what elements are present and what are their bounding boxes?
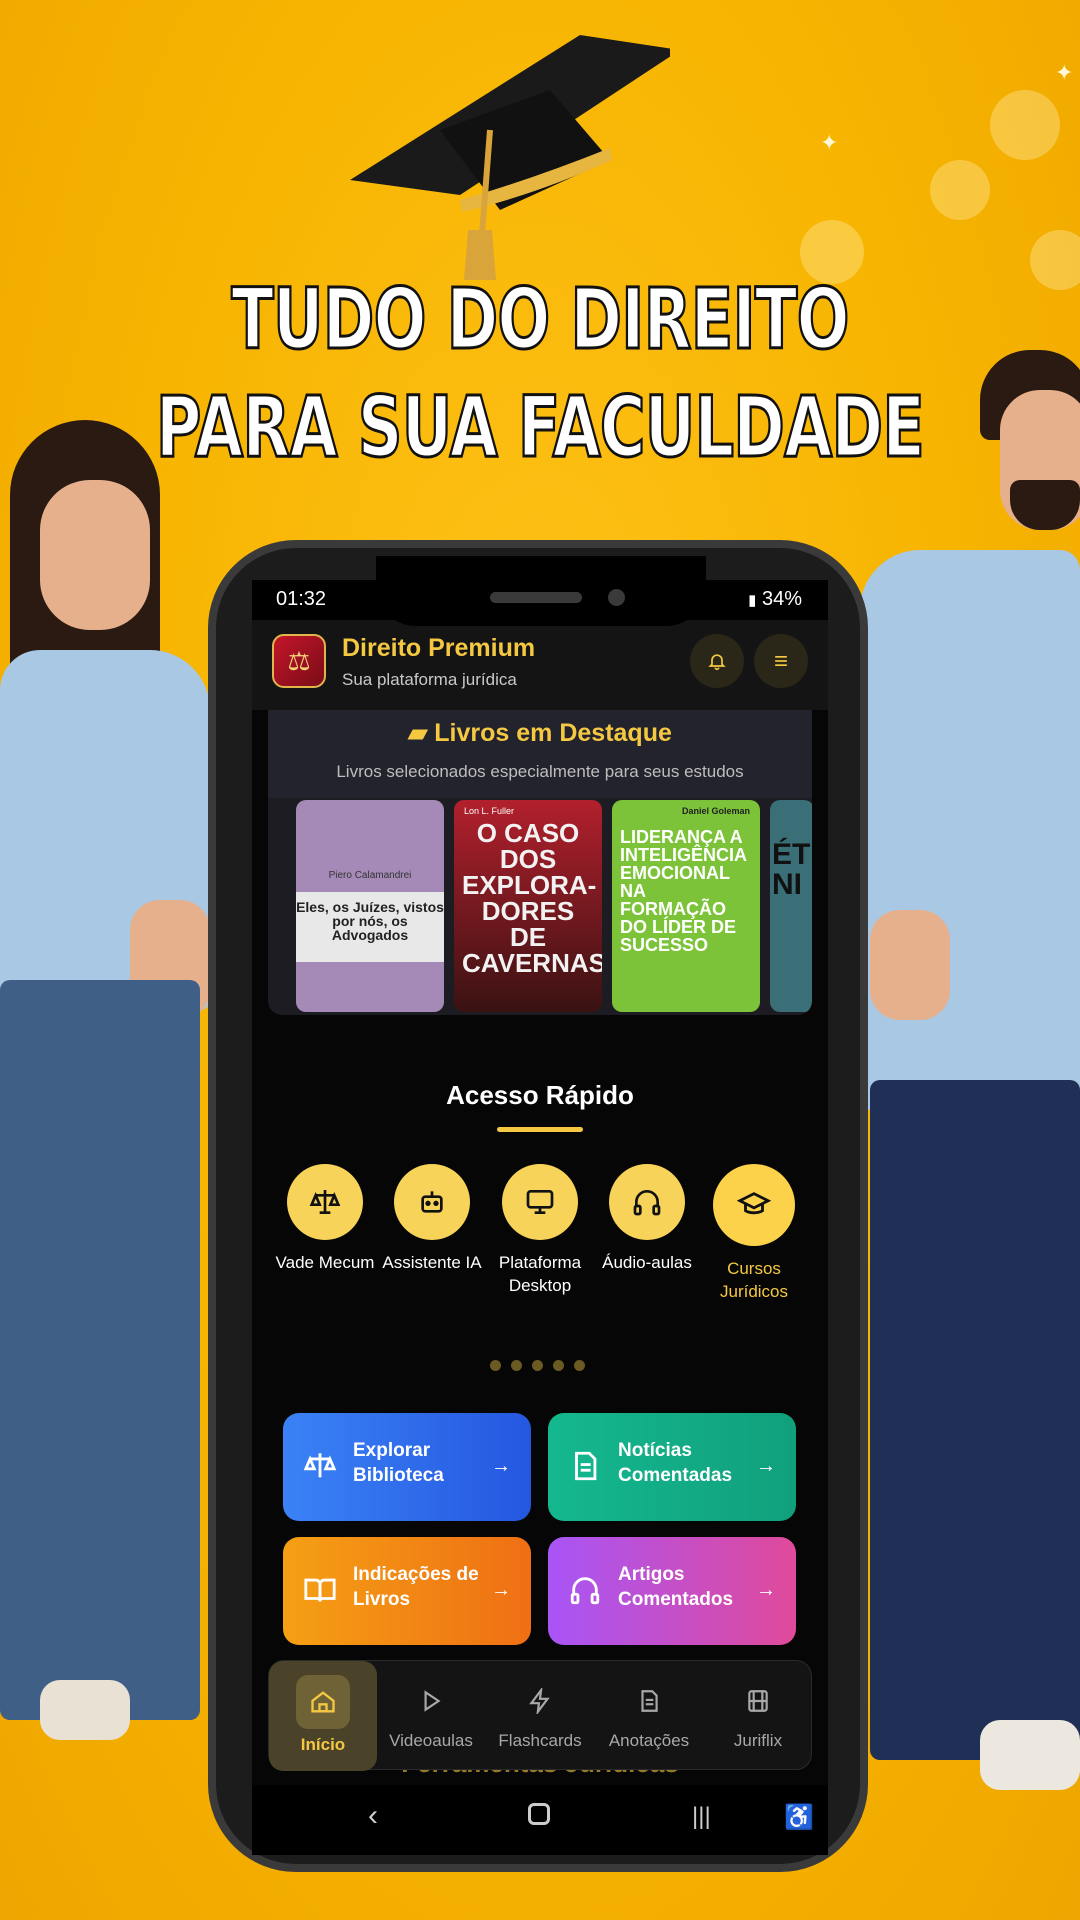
nav-anotacoes[interactable]: Anotações — [595, 1661, 703, 1771]
robot-icon — [421, 1191, 443, 1213]
card-explorar-biblioteca[interactable]: Explorar Biblioteca → — [283, 1413, 531, 1521]
bokeh-light — [990, 90, 1060, 160]
arrow-right-icon: → — [491, 1579, 511, 1601]
headphones-icon — [570, 1577, 600, 1605]
notifications-button[interactable] — [690, 634, 744, 688]
signal-icon: ▮ — [748, 592, 757, 609]
graduation-cap-icon — [737, 1192, 771, 1215]
scale-icon — [303, 1453, 337, 1478]
headline-line-1: TUDO DO DIREITO — [230, 269, 850, 370]
film-icon — [748, 1690, 768, 1712]
book-title: O CASO DOS EXPLORA-DORES DE CAVERNAS — [462, 818, 602, 978]
play-icon — [424, 1690, 441, 1712]
hamburger-icon — [775, 656, 787, 666]
home-icon — [311, 1691, 335, 1713]
quick-access-label: Áudio-aulas — [602, 1253, 692, 1272]
book-cover[interactable]: Lon L. Fuller O CASO DOS EXPLORA-DORES D… — [454, 800, 602, 1012]
notes-icon — [641, 1690, 658, 1712]
book-title: ÉTIC NI — [772, 838, 812, 901]
menu-button[interactable] — [754, 634, 808, 688]
book-cover[interactable]: ÉTIC NI — [770, 800, 812, 1012]
book-author: Daniel Goleman — [681, 806, 750, 816]
bottom-navigation: Início Videoaulas Flashcards Anotações J… — [268, 1660, 812, 1771]
quick-access-assistente-ia[interactable]: Assistente IA — [382, 1164, 482, 1275]
quick-access-label: Plataforma Desktop — [498, 1253, 582, 1295]
app-header: ⚖ Direito Premium Sua plataforma jurídic… — [252, 620, 828, 710]
card-indicacoes-de-livros[interactable]: Indicações de Livros → — [283, 1537, 531, 1645]
card-artigos-comentados[interactable]: Artigos Comentados → — [548, 1537, 796, 1645]
section-underline — [497, 1127, 583, 1132]
status-battery: ▮ 34% — [748, 588, 802, 611]
arrow-right-icon: → — [491, 1455, 511, 1477]
card-label: Explorar Biblioteca — [353, 1440, 444, 1486]
person-man — [860, 350, 1080, 1830]
featured-books-header: ▰ Livros em Destaque Livros selecionados… — [268, 710, 812, 798]
book-icon: ▰ — [408, 719, 435, 747]
app-title: Direito Premium — [342, 634, 536, 662]
document-icon — [575, 1451, 597, 1481]
home-button-icon[interactable] — [528, 1803, 550, 1825]
quick-access-label: Vade Mecum — [275, 1253, 375, 1272]
nav-inicio[interactable]: Início — [269, 1661, 377, 1771]
monitor-icon — [526, 1190, 554, 1214]
bokeh-light — [1030, 230, 1080, 290]
back-icon[interactable]: ‹ — [368, 1799, 378, 1833]
book-open-icon — [304, 1578, 336, 1602]
card-label: Notícias Comentadas — [618, 1440, 733, 1486]
battery-text: 34% — [761, 588, 802, 610]
headphones-icon — [633, 1190, 661, 1216]
lightning-icon — [529, 1688, 550, 1714]
graduation-cap-illustration — [350, 35, 670, 280]
recents-icon[interactable]: ||| — [692, 1803, 711, 1831]
nav-label: Início — [300, 1735, 346, 1754]
sparkle-icon: ✦ — [820, 130, 839, 155]
app-subtitle: Sua plataforma jurídica — [342, 670, 517, 689]
quick-access-vade-mecum[interactable]: Vade Mecum — [275, 1164, 375, 1275]
book-author: Lon L. Fuller — [464, 806, 515, 816]
system-navigation-bar: ‹ ||| ♿ — [252, 1785, 828, 1855]
sparkle-icon: ✦ — [1055, 60, 1074, 85]
bell-icon — [708, 654, 726, 671]
nav-label: Juriflix — [733, 1731, 783, 1750]
quick-access-label: Assistente IA — [382, 1253, 482, 1272]
card-label: Indicações de Livros — [353, 1564, 479, 1610]
status-time: 01:32 — [276, 588, 327, 610]
nav-flashcards[interactable]: Flashcards — [486, 1661, 594, 1771]
arrow-right-icon: → — [756, 1579, 776, 1601]
bokeh-light — [930, 160, 990, 220]
quick-access-audio-aulas[interactable]: Áudio-aulas — [597, 1164, 697, 1275]
phone-notch — [376, 556, 706, 626]
speaker-grille — [490, 592, 582, 603]
scale-icon — [309, 1190, 341, 1214]
nav-label: Flashcards — [498, 1731, 582, 1750]
carousel-dots[interactable] — [490, 1358, 595, 1376]
featured-books-subtitle: Livros selecionados especialmente para s… — [336, 762, 744, 781]
nav-juriflix[interactable]: Juriflix — [704, 1661, 812, 1771]
book-cover[interactable]: Daniel Goleman LIDERANÇA A INTELIGÊNCIA … — [612, 800, 760, 1012]
nav-videoaulas[interactable]: Videoaulas — [377, 1661, 485, 1771]
headline-line-2: PARA SUA FACULDADE — [155, 377, 926, 478]
card-noticias-comentadas[interactable]: Notícias Comentadas → — [548, 1413, 796, 1521]
book-cover[interactable]: Piero Calamandrei Eles, os Juízes, visto… — [296, 800, 444, 1012]
quick-access-label: Cursos Jurídicos — [719, 1259, 789, 1301]
book-title: Eles, os Juízes, vistos por nós, os Advo… — [296, 892, 444, 962]
quick-access-title: Acesso Rápido — [446, 1080, 634, 1110]
arrow-right-icon: → — [756, 1455, 776, 1477]
person-woman — [0, 420, 240, 1820]
featured-books-panel: ▰ Livros em Destaque Livros selecionados… — [268, 710, 812, 1015]
quick-access-cursos-juridicos[interactable]: Cursos Jurídicos — [704, 1164, 804, 1304]
app-logo-icon[interactable]: ⚖ — [272, 634, 326, 688]
quick-access-plataforma-desktop[interactable]: Plataforma Desktop — [490, 1164, 590, 1298]
book-title: LIDERANÇA A INTELIGÊNCIA EMOCIONAL NA FO… — [620, 827, 747, 955]
featured-books-title: ▰ Livros em Destaque — [408, 719, 672, 747]
nav-label: Anotações — [608, 1731, 690, 1750]
card-label: Artigos Comentados — [618, 1564, 734, 1610]
book-author: Piero Calamandrei — [328, 870, 412, 881]
nav-label: Videoaulas — [389, 1731, 473, 1750]
accessibility-icon[interactable]: ♿ — [784, 1803, 814, 1832]
front-camera — [608, 589, 625, 606]
